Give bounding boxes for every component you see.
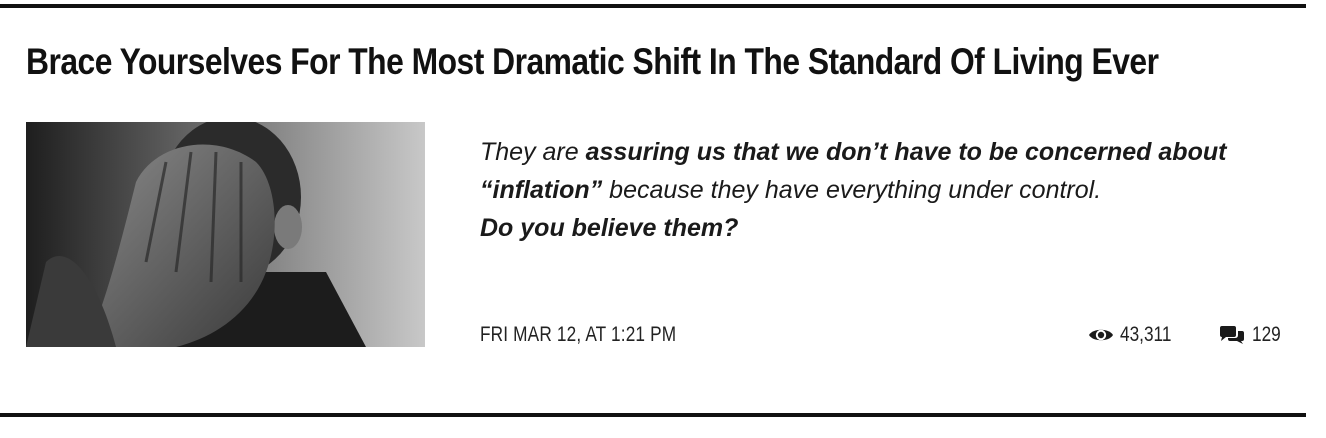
article-excerpt: They are assuring us that we don’t have …	[480, 133, 1280, 247]
eye-icon	[1088, 326, 1114, 344]
views-count: 43,311	[1088, 322, 1183, 348]
article-thumbnail[interactable]	[26, 122, 425, 347]
excerpt-text-1: They are	[480, 138, 586, 166]
top-divider	[0, 4, 1306, 8]
excerpt-bold-2: Do you believe them?	[480, 214, 739, 242]
comments-icon	[1218, 325, 1246, 345]
article-date: FRI MAR 12, AT 1:21 PM	[480, 323, 677, 346]
bottom-divider	[0, 413, 1306, 417]
article-title[interactable]: Brace Yourselves For The Most Dramatic S…	[26, 38, 1159, 86]
excerpt-text-2: because they have everything under contr…	[602, 176, 1102, 204]
comments-number[interactable]: 129	[1252, 322, 1281, 348]
comments-count[interactable]: 129	[1218, 322, 1287, 348]
thumbnail-image	[26, 122, 425, 347]
views-number: 43,311	[1120, 323, 1172, 346]
